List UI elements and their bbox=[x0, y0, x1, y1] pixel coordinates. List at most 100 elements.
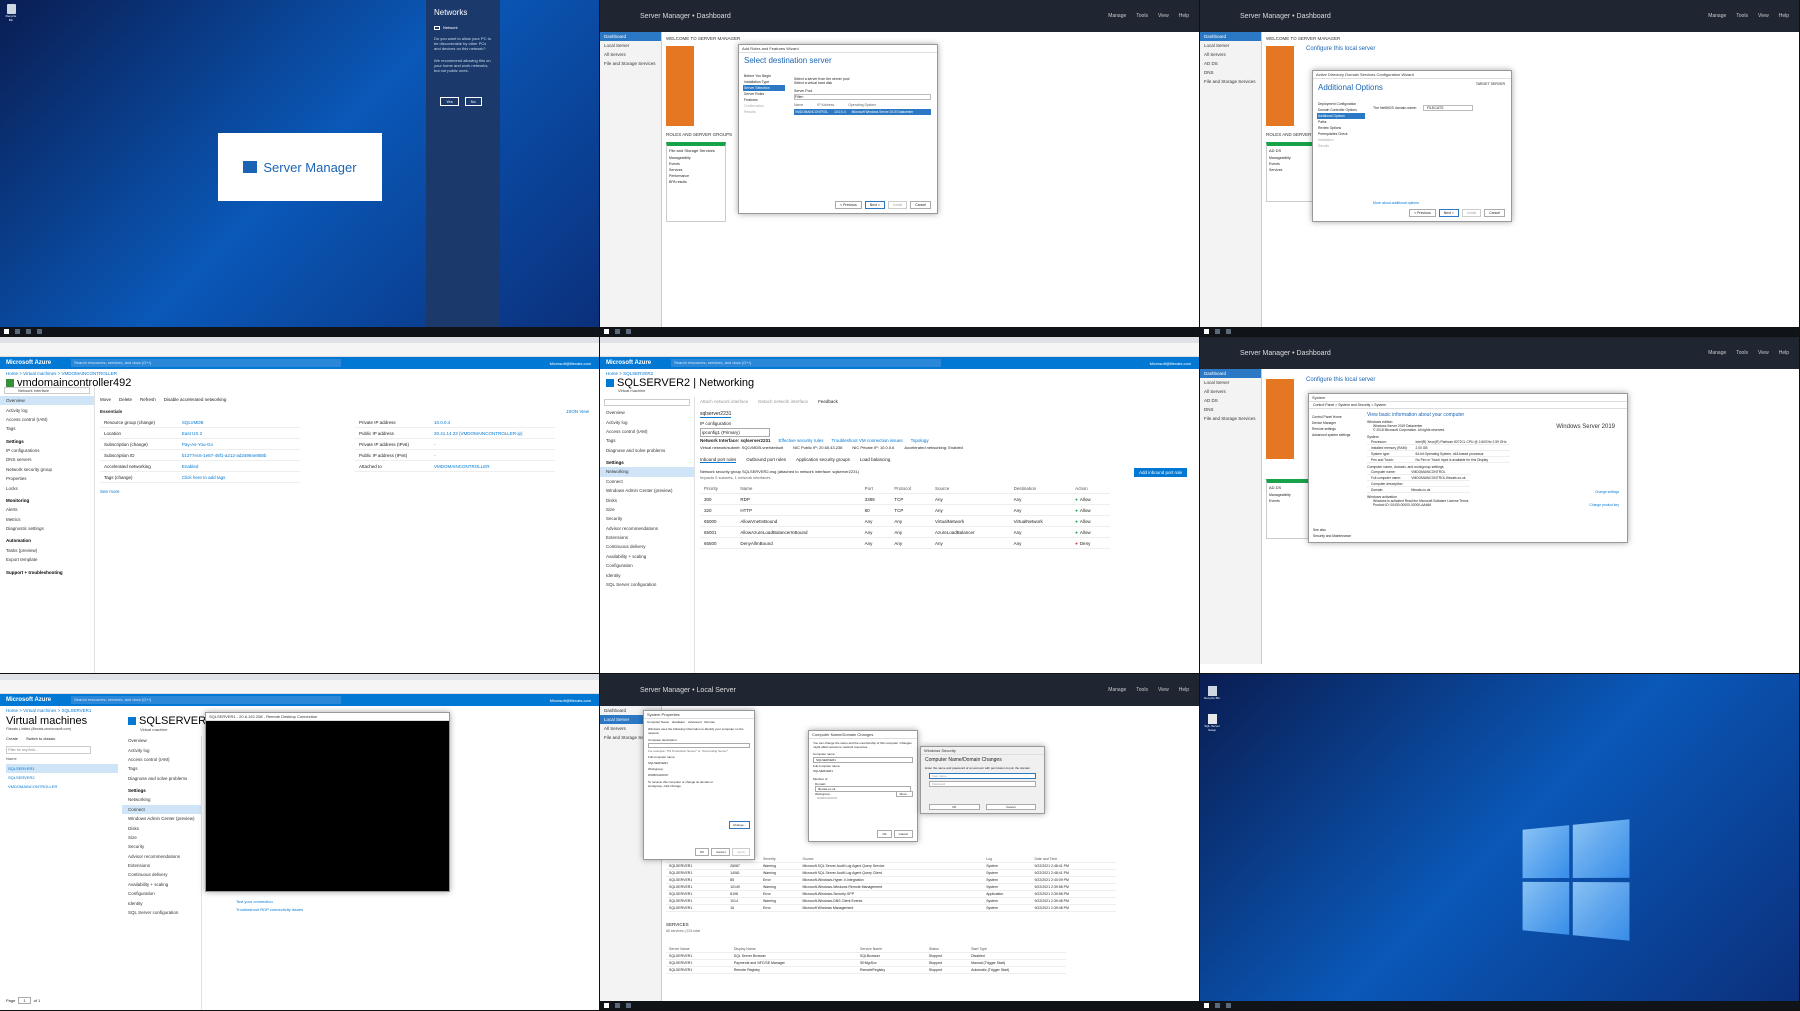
more-button[interactable]: More... bbox=[895, 791, 913, 797]
tools-menu[interactable]: Tools bbox=[1736, 13, 1748, 19]
recycle-bin-icon[interactable]: Recycle Bin bbox=[4, 4, 18, 22]
sidebar-advisor[interactable]: Advisor recommendations bbox=[600, 524, 694, 533]
sidebar-diagnose[interactable]: Diagnose and solve problems bbox=[600, 446, 694, 455]
ok-button[interactable]: OK bbox=[694, 848, 710, 856]
previous-button[interactable]: < Previous bbox=[1409, 209, 1436, 217]
manage-menu[interactable]: Manage bbox=[1108, 687, 1126, 693]
change-settings-link[interactable]: Change settings bbox=[1595, 490, 1619, 494]
sidebar-overview[interactable]: Overview bbox=[122, 736, 201, 745]
sidebar-alerts[interactable]: Alerts bbox=[0, 505, 94, 514]
cancel-button[interactable]: Cancel bbox=[893, 830, 913, 838]
column-header[interactable]: Priority bbox=[700, 483, 737, 494]
cancel-button[interactable]: Cancel bbox=[910, 201, 931, 209]
field-value[interactable]: Enabled bbox=[177, 460, 300, 472]
sidebar-cd[interactable]: Continuous delivery bbox=[122, 870, 201, 879]
sidebar-networking[interactable]: Networking bbox=[122, 795, 201, 804]
nav-file-storage[interactable]: File and Storage Services bbox=[1200, 414, 1261, 423]
help-menu[interactable]: Help bbox=[1779, 13, 1789, 19]
nav-dns[interactable]: DNS bbox=[1200, 405, 1261, 414]
install-button[interactable]: Install bbox=[887, 201, 908, 209]
col-ip[interactable]: IP Address bbox=[817, 103, 834, 107]
switch-classic-button[interactable]: Switch to classic bbox=[26, 736, 55, 741]
sidebar-tags[interactable]: Tags bbox=[0, 424, 94, 433]
sidebar-identity[interactable]: Identity bbox=[122, 898, 201, 907]
tools-menu[interactable]: Tools bbox=[1136, 13, 1148, 19]
tab-advanced[interactable]: Advanced bbox=[688, 720, 701, 724]
sidebar-iam[interactable]: Access control (IAM) bbox=[122, 755, 201, 764]
browser-address-bar[interactable] bbox=[600, 343, 1199, 357]
column-header[interactable]: Port bbox=[860, 483, 891, 494]
page-select[interactable]: 1 bbox=[18, 997, 31, 1004]
sidebar-locks[interactable]: Locks bbox=[0, 483, 94, 492]
vm-name-column[interactable]: Name bbox=[6, 756, 17, 761]
address-path[interactable]: Control Panel > System and Security > Sy… bbox=[1309, 402, 1627, 409]
tile-bpa[interactable]: BPA results bbox=[667, 179, 725, 185]
sidebar-activity[interactable]: Activity log bbox=[0, 405, 94, 414]
service-row[interactable]: SQLSERVER1 Payments and NFC/SE Manager SEM… bbox=[666, 959, 1066, 967]
password-input[interactable]: Password bbox=[929, 781, 1036, 787]
field-value[interactable]: filecats.co.uk bbox=[1407, 486, 1470, 493]
event-row[interactable]: SQLSERVER1 16 Error Microsoft Windows Manag… bbox=[666, 904, 1116, 912]
column-header[interactable]: Name bbox=[736, 483, 861, 494]
vm-row[interactable]: SQLSERVER2 bbox=[6, 773, 118, 782]
field-value[interactable]: - bbox=[430, 449, 555, 461]
event-row[interactable]: SQLSERVER1 85 Error Microsoft-Windows-Hyper… bbox=[666, 876, 1116, 884]
azure-brand[interactable]: Microsoft Azure bbox=[6, 360, 51, 366]
help-menu[interactable]: Help bbox=[1779, 350, 1789, 356]
install-button[interactable]: Install bbox=[1461, 209, 1482, 217]
add-inbound-rule-button[interactable]: Add inbound port rule bbox=[1133, 468, 1187, 477]
nav-local-server[interactable]: Local Server bbox=[600, 41, 661, 50]
field-value[interactable]: No Pen or Touch Input is available for t… bbox=[1411, 456, 1511, 463]
sidebar-iam[interactable]: Access control (IAM) bbox=[600, 427, 694, 436]
disable-accel-button[interactable]: Disable accelerated networking bbox=[164, 397, 227, 402]
sidebar-connect[interactable]: Connect bbox=[600, 477, 694, 486]
nav-file-storage[interactable]: File and Storage Services bbox=[1200, 77, 1261, 86]
tab-asg[interactable]: Application security groups bbox=[796, 457, 850, 463]
azure-search-input[interactable]: Search resources, services, and docs (G+… bbox=[671, 359, 942, 367]
sidebar-security[interactable]: Security bbox=[122, 842, 201, 851]
test-connection-link[interactable]: Test your connection bbox=[236, 899, 273, 904]
sidebar-export[interactable]: Export template bbox=[0, 555, 94, 564]
nav-all-servers[interactable]: All Servers bbox=[1200, 50, 1261, 59]
azure-search-input[interactable]: Search resources, services, and docs (G+… bbox=[71, 696, 342, 704]
nic-public-ip[interactable]: NIC Public IP: 20.65.43.236 bbox=[793, 445, 842, 450]
cancel-button[interactable]: Cancel bbox=[711, 848, 731, 856]
tab-inbound[interactable]: Inbound port rules bbox=[700, 457, 737, 463]
search-icon[interactable] bbox=[15, 329, 20, 334]
start-icon[interactable] bbox=[1204, 1003, 1209, 1008]
start-icon[interactable] bbox=[604, 329, 609, 334]
network-yes-button[interactable]: Yes bbox=[440, 97, 459, 107]
server-manager-taskbar-icon[interactable] bbox=[1226, 1003, 1231, 1008]
rule-row[interactable]: 320HTTP80TCPAnyAnyAllow bbox=[700, 504, 1110, 516]
sidebar-activity[interactable]: Activity log bbox=[122, 745, 201, 754]
configure-link[interactable]: Configure this local server bbox=[1306, 377, 1375, 383]
recycle-bin-icon[interactable]: Recycle Bin bbox=[1204, 686, 1220, 700]
service-row[interactable]: SQLSERVER1 SQL Server Browser SQLBrowser St… bbox=[666, 952, 1066, 960]
rule-row[interactable]: 65001 AllowAzureLoadBalancerInBound Any Any… bbox=[700, 526, 1110, 538]
pool-row[interactable]: VMDOMAINCONTROL 10.0.0.4 Microsoft Windo… bbox=[794, 109, 931, 115]
option-vhd[interactable]: Select a virtual hard disk bbox=[794, 81, 931, 85]
sidebar-advisor[interactable]: Advisor recommendations bbox=[122, 852, 201, 861]
sidebar-configuration[interactable]: Configuration bbox=[600, 561, 694, 570]
event-row[interactable]: SQLSERVER1 10149 Warning Microsoft-Windows-… bbox=[666, 883, 1116, 891]
sidebar-wac[interactable]: Windows Admin Center (preview) bbox=[122, 814, 201, 823]
service-row[interactable]: SQLSERVER1 Remote Registry RemoteRegistry S… bbox=[666, 966, 1066, 974]
event-row[interactable]: SQLSERVER1 26067 Warning Microsoft SQL Serv… bbox=[666, 862, 1116, 870]
sidebar-extensions[interactable]: Extensions bbox=[600, 533, 694, 542]
help-menu[interactable]: Help bbox=[1179, 13, 1189, 19]
start-icon[interactable] bbox=[1204, 329, 1209, 334]
sidebar-disks[interactable]: Disks bbox=[600, 495, 694, 504]
azure-search-input[interactable]: Search resources, services, and docs (G+… bbox=[71, 359, 342, 367]
effective-rules-link[interactable]: Effective security rules bbox=[779, 438, 824, 443]
configure-link[interactable]: Configure this local server bbox=[1306, 46, 1375, 52]
sidebar-diag[interactable]: Diagnostic settings bbox=[0, 524, 94, 533]
field-value[interactable]: East US 2 bbox=[177, 427, 300, 439]
file-storage-tile[interactable]: File and Storage Services Manageability … bbox=[666, 142, 726, 222]
sidebar-tags[interactable]: Tags bbox=[122, 764, 201, 773]
search-icon[interactable] bbox=[1215, 329, 1220, 334]
step-results[interactable]: Results bbox=[743, 109, 785, 115]
sidebar-availability[interactable]: Availability + scaling bbox=[122, 880, 201, 889]
topology-link[interactable]: Topology bbox=[911, 438, 929, 443]
crumb-home[interactable]: Home bbox=[606, 371, 618, 376]
crumb-home[interactable]: Home bbox=[6, 371, 18, 376]
